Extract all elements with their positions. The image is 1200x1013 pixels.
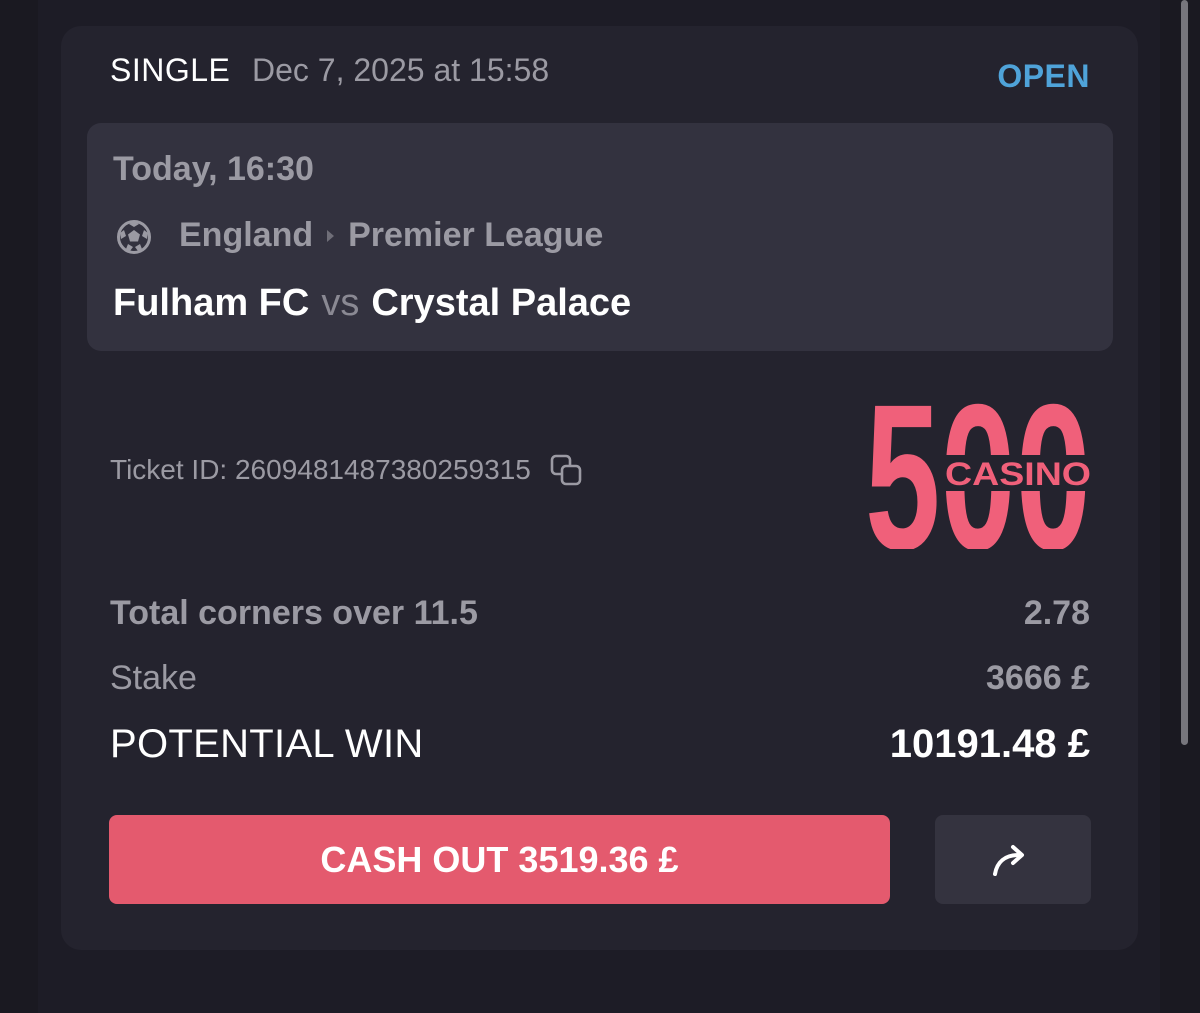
- left-gutter: [0, 0, 38, 1013]
- cash-out-button[interactable]: CASH OUT 3519.36 £: [109, 815, 890, 904]
- away-team: Crystal Palace: [371, 282, 632, 324]
- breadcrumb-league[interactable]: Premier League: [348, 216, 603, 255]
- potential-win-value: 10191.48 £: [889, 722, 1090, 766]
- breadcrumb: England Premier League: [179, 216, 603, 255]
- potential-win-label: POTENTIAL WIN: [110, 722, 424, 766]
- casino-500-logo: 500 CASINO: [865, 393, 1091, 549]
- chevron-right-icon: [327, 229, 335, 242]
- stake-label: Stake: [110, 659, 197, 697]
- status-badge: OPEN: [997, 58, 1090, 94]
- soccer-ball-icon: [117, 220, 151, 254]
- selection-market: Total corners over 11.5: [110, 594, 478, 632]
- breadcrumb-country[interactable]: England: [179, 216, 313, 255]
- share-arrow-icon: [993, 844, 1024, 876]
- bet-type: SINGLE: [110, 52, 231, 88]
- ticket-id: Ticket ID: 260948148738025931​5: [110, 454, 531, 485]
- svg-text:CASINO: CASINO: [945, 456, 1091, 492]
- bet-placed-date: Dec 7, 2025 at 15:58: [252, 52, 550, 88]
- share-button[interactable]: [935, 815, 1091, 904]
- stake-value: 3666 £: [986, 659, 1090, 697]
- copy-icon[interactable]: [549, 453, 583, 487]
- scrollbar[interactable]: [1181, 0, 1188, 745]
- event-time: Today, 16:30: [113, 150, 314, 188]
- ticket-id-row: Ticket ID: 260948148738025931​5: [110, 453, 583, 487]
- right-gutter: [1160, 0, 1200, 1013]
- selection-odds: 2.78: [1023, 594, 1090, 632]
- home-team: Fulham FC: [113, 282, 310, 324]
- match-teams: Fulham FC vs Crystal Palace: [113, 282, 631, 325]
- vs-separator: vs: [321, 282, 360, 324]
